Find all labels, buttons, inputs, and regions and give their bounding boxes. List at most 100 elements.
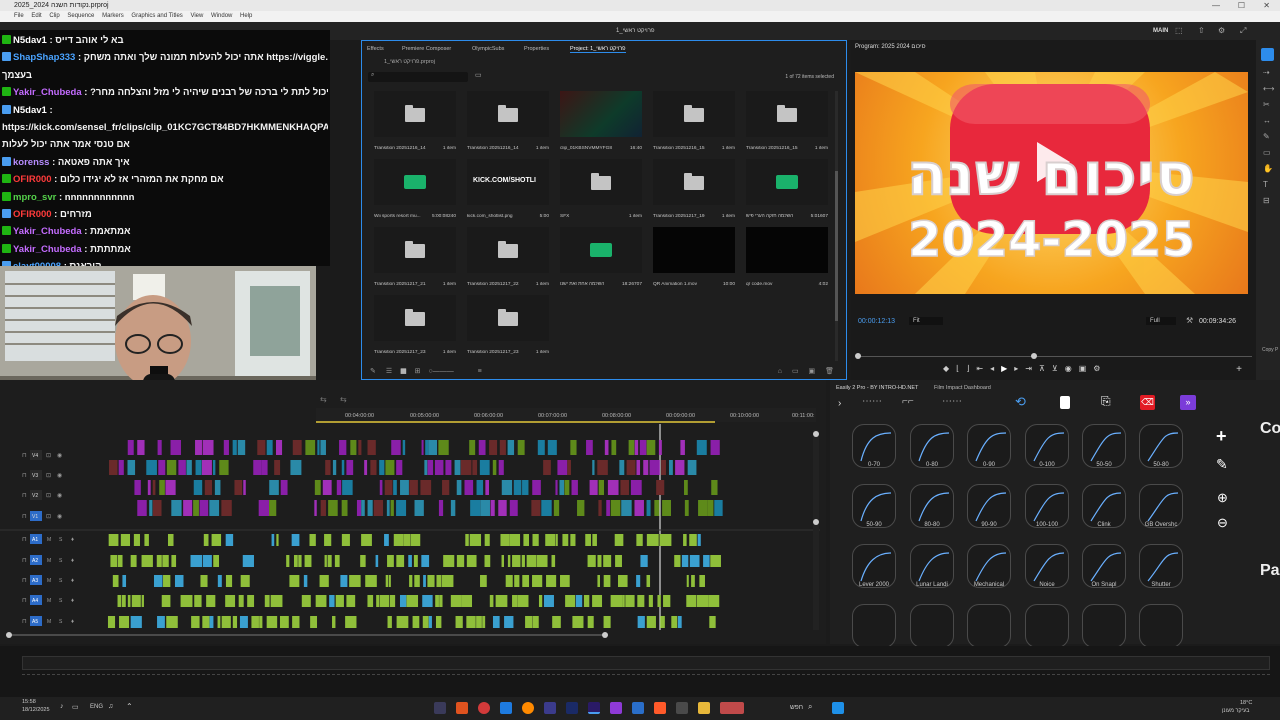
file-explorer-icon[interactable] — [698, 702, 710, 714]
zoom-in-icon[interactable]: ⊕ — [1217, 490, 1228, 506]
type-tool-icon[interactable]: T — [1263, 180, 1268, 189]
clock-date[interactable]: 18/12/2025 — [22, 707, 50, 713]
brave-icon[interactable] — [654, 702, 666, 714]
project-item-thumbnail[interactable] — [653, 227, 735, 273]
maximize-icon[interactable]: ☐ — [1238, 0, 1245, 11]
add-preset-icon[interactable]: + — [1216, 426, 1227, 447]
project-item-thumbnail[interactable] — [467, 91, 549, 137]
menu-markers[interactable]: Markers — [102, 13, 124, 19]
new-bin-icon[interactable]: ▭ — [475, 71, 482, 79]
zoom-slider[interactable]: ○——— — [428, 368, 453, 375]
razor-icon[interactable]: ✂ — [1263, 100, 1270, 109]
ease-in-icon[interactable]: ⋯⋯ — [862, 396, 882, 407]
menu-file[interactable]: File — [14, 13, 24, 19]
settings-button-icon[interactable]: ⚙ — [1093, 364, 1107, 373]
freeform-view-icon[interactable]: ⊞ — [415, 368, 421, 375]
preset-curve-button[interactable] — [910, 604, 954, 648]
menu-view[interactable]: View — [190, 13, 203, 19]
project-item-thumbnail[interactable] — [560, 227, 642, 273]
project-item-thumbnail[interactable] — [374, 295, 456, 341]
add-button-icon[interactable]: + — [1236, 364, 1242, 375]
chat-username[interactable]: OFIR000 — [13, 209, 52, 220]
delete-preset-icon[interactable]: ⌫ — [1140, 395, 1155, 410]
step-back-icon[interactable]: ◂ — [990, 364, 1001, 373]
ease-both-icon[interactable]: ⋯⋯ — [942, 396, 962, 407]
new-bin-footer-icon[interactable]: ▭ — [792, 368, 799, 375]
weather-temp[interactable]: 18°C — [1240, 700, 1252, 706]
app-icon-5[interactable] — [522, 702, 534, 714]
chrome-icon[interactable] — [478, 702, 490, 714]
app-icon-14[interactable] — [720, 702, 744, 714]
workspaces-icon[interactable]: ⬚ — [1175, 22, 1183, 40]
sort-icon[interactable]: ≡ — [478, 368, 482, 375]
app-icon-4[interactable] — [500, 702, 512, 714]
language-indicator[interactable]: ENG — [90, 704, 103, 710]
tray-chevron-icon[interactable]: ⌃ — [126, 702, 133, 711]
tab-premiere-composer[interactable]: Premiere Composer — [402, 46, 451, 52]
chat-username[interactable]: N5dav1 — [13, 35, 47, 46]
preset-curve-button[interactable] — [852, 604, 896, 648]
settings-icon[interactable]: ⚙ — [1218, 22, 1225, 40]
program-scrubber[interactable] — [857, 356, 1252, 357]
menu-edit[interactable]: Edit — [31, 13, 41, 19]
mark-out-icon[interactable]: ⌋ — [966, 364, 976, 373]
fit-select[interactable]: Fit — [909, 317, 943, 325]
clock-time[interactable]: 15:58 — [22, 699, 36, 705]
project-item-thumbnail[interactable] — [374, 159, 456, 205]
lift-icon[interactable]: ⊼ — [1039, 364, 1052, 373]
network-icon[interactable]: ▭ — [72, 703, 79, 711]
mark-in-icon[interactable]: ⌊ — [956, 364, 966, 373]
app-icon-12[interactable] — [676, 702, 688, 714]
track-select-icon[interactable]: ⇢ — [1263, 68, 1270, 77]
chat-username[interactable]: Yakir_Chubeda — [13, 87, 82, 98]
taskbar-search-icon[interactable]: ⌕ — [808, 702, 812, 712]
app-icon-9[interactable] — [610, 702, 622, 714]
menu-graphics[interactable]: Graphics and Titles — [131, 13, 182, 19]
project-item-thumbnail[interactable] — [746, 91, 828, 137]
chevron-right-icon[interactable]: › — [838, 398, 841, 409]
weather-desc[interactable]: בעיקר מעונן — [1222, 708, 1249, 714]
workspace-label[interactable]: MAIN — [1153, 22, 1168, 40]
premiere-icon[interactable] — [588, 702, 600, 714]
menu-sequence[interactable]: Sequence — [67, 13, 94, 19]
project-item-thumbnail[interactable] — [746, 159, 828, 205]
chat-username[interactable]: mpro_svr — [13, 192, 56, 203]
zoom-out-icon[interactable]: ⊖ — [1217, 515, 1228, 531]
ease-out-icon[interactable]: ⌐⌐ — [902, 396, 914, 407]
new-item-icon[interactable]: ▣ — [809, 368, 816, 375]
wrench-icon[interactable]: ⚒ — [1186, 316, 1193, 325]
project-item-thumbnail[interactable] — [374, 91, 456, 137]
edit-preset-icon[interactable]: ✎ — [1216, 456, 1228, 473]
project-scrollbar[interactable] — [835, 91, 838, 361]
captions-tool-icon[interactable]: ⊟ — [1263, 196, 1270, 205]
playhead-timecode[interactable]: 00:00:12:13 — [858, 318, 895, 325]
app-icon-1[interactable] — [434, 702, 446, 714]
scrubber-end-handle[interactable] — [1031, 353, 1037, 359]
play-icon[interactable]: ▶ — [1001, 364, 1014, 373]
pencil-icon[interactable]: ✎ — [370, 368, 376, 375]
media-encoder-icon[interactable] — [566, 702, 578, 714]
notifications-icon[interactable]: ♫ — [108, 703, 113, 710]
rectangle-tool-icon[interactable]: ▭ — [1263, 148, 1271, 157]
go-to-in-icon[interactable]: ⇤ — [976, 364, 990, 373]
chat-username[interactable]: N5dav1 — [13, 105, 47, 116]
search-box[interactable]: חפש — [790, 704, 803, 711]
chat-username[interactable]: OFIR000 — [13, 174, 52, 185]
project-item-thumbnail[interactable] — [560, 91, 642, 137]
menu-help[interactable]: Help — [240, 13, 252, 19]
hand-tool-icon[interactable]: ✋ — [1263, 164, 1273, 173]
copy-icon[interactable] — [1060, 396, 1070, 409]
tab-film-impact[interactable]: Film Impact Dashboard — [934, 385, 991, 391]
timeline-tracks[interactable]: 00:04:00:00 00:05:00:00 00:06:00:00 00:07:0… — [0, 380, 826, 644]
export-frame-icon[interactable]: ◉ — [1065, 364, 1079, 373]
chat-username[interactable]: Yakir_Chubeda — [13, 244, 82, 255]
menu-window[interactable]: Window — [211, 13, 232, 19]
tab-project[interactable]: Project: 1_פרויקט ראשי — [570, 46, 626, 53]
tab-effects[interactable]: Effects — [367, 46, 384, 52]
steam-icon[interactable] — [632, 702, 644, 714]
comparison-view-icon[interactable]: ▣ — [1079, 364, 1094, 373]
search-input[interactable]: ⌕ — [368, 72, 468, 82]
project-item-thumbnail[interactable] — [560, 159, 642, 205]
list-view-icon[interactable]: ☰ — [386, 368, 392, 375]
selection-tool-icon[interactable] — [1261, 48, 1274, 61]
